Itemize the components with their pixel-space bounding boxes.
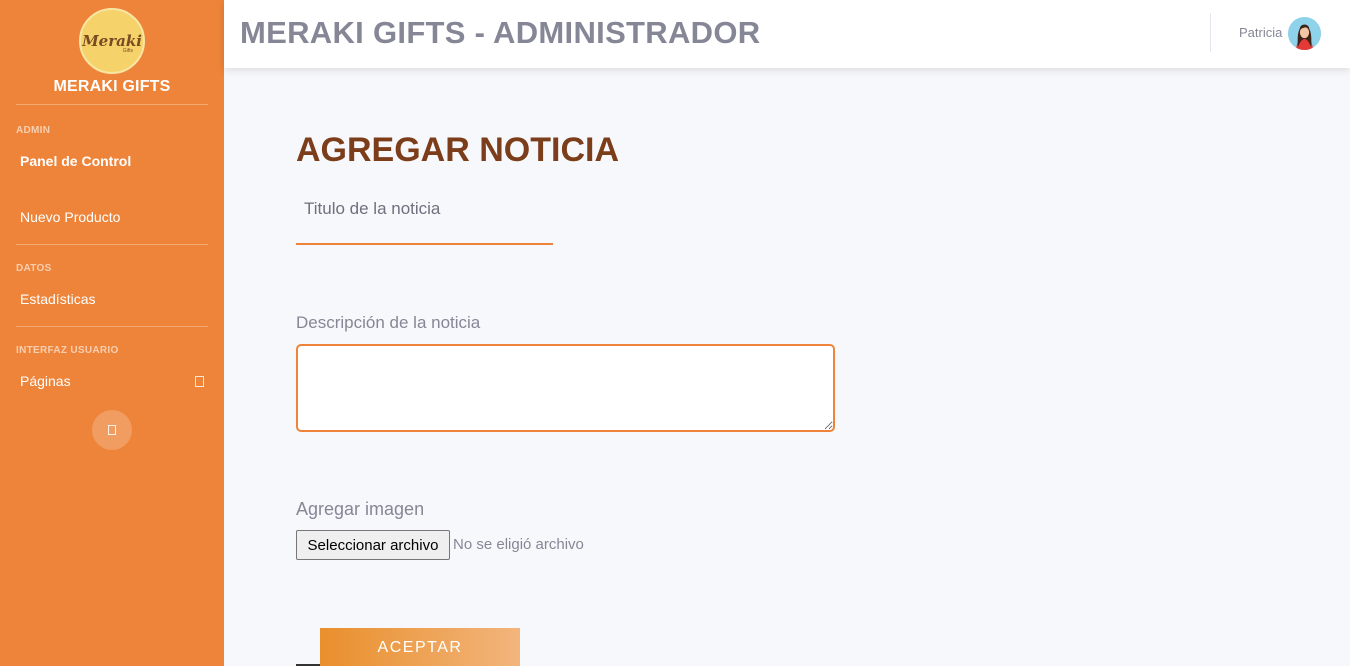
sidebar-brand[interactable]: Meraki Gifts MERAKI GIFTS [0,0,224,104]
description-label: Descripción de la noticia [296,313,481,332]
news-title-input[interactable] [296,190,553,245]
topbar-divider [1210,13,1211,52]
user-name[interactable]: Patricia [1239,25,1282,40]
accept-button[interactable]: ACEPTAR [320,628,520,666]
page-header-title: MERAKI GIFTS - ADMINISTRADOR [240,15,761,50]
choose-file-button[interactable]: Seleccionar archivo [296,530,450,560]
chevron-right-icon [195,375,204,387]
brand-name: MERAKI GIFTS [53,78,171,95]
avatar-icon [1288,17,1321,50]
sidebar-item-panel-de-control[interactable]: Panel de Control [0,142,224,180]
sidebar-item-nuevo-producto[interactable]: Nuevo Producto [0,198,224,236]
topbar: MERAKI GIFTS - ADMINISTRADOR Patricia [224,0,1350,68]
description-textarea[interactable] [296,344,835,432]
sidebar-heading-datos: DATOS [16,263,52,274]
sidebar-item-label: Panel de Control [20,153,132,169]
brand-logo: Meraki Gifts [79,8,145,74]
sidebar-heading-admin: ADMIN [16,125,51,136]
user-avatar[interactable] [1288,17,1321,50]
logo-subtext: Gifts [122,48,133,54]
sidebar-item-estadisticas[interactable]: Estadísticas [0,280,224,318]
sidebar-toggle-button[interactable] [92,410,132,450]
page-title: AGREGAR NOTICIA [296,131,619,169]
chevron-left-icon [108,425,116,435]
image-label: Agregar imagen [296,499,425,519]
file-status-text: No se eligió archivo [453,536,584,553]
sidebar-item-paginas[interactable]: Páginas [0,362,224,400]
sidebar-item-label: Estadísticas [20,291,96,307]
sidebar-item-label: Nuevo Producto [20,209,121,225]
sidebar-heading-interfaz-usuario: INTERFAZ USUARIO [16,345,119,356]
sidebar: Meraki Gifts MERAKI GIFTS ADMIN Panel de… [0,0,224,666]
sidebar-item-label: Páginas [20,373,71,389]
